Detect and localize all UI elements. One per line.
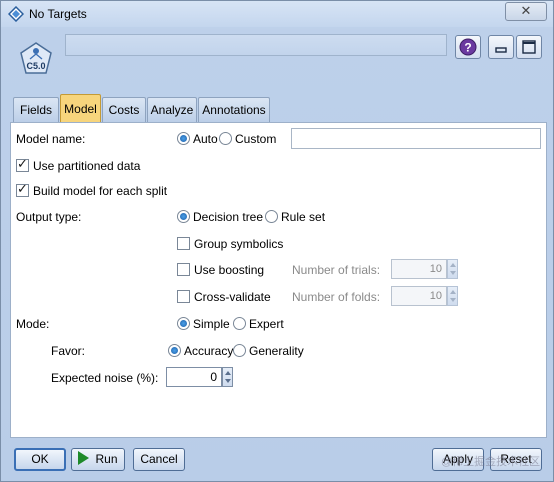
use-boosting-checkbox[interactable]: [177, 263, 190, 276]
tab-costs[interactable]: Costs: [102, 97, 146, 122]
tab-annotations[interactable]: Annotations: [198, 97, 270, 122]
model-settings-panel: Model name: Auto Custom Use partitioned …: [10, 122, 547, 438]
window-title: No Targets: [29, 7, 87, 21]
title-bar: No Targets ✕: [1, 1, 553, 27]
node-name-bar[interactable]: [65, 34, 447, 56]
favor-accuracy-label: Accuracy: [184, 344, 234, 358]
output-decision-tree-label: Decision tree: [193, 210, 264, 224]
mode-simple-label: Simple: [193, 317, 230, 331]
cancel-button[interactable]: Cancel: [133, 448, 185, 471]
cross-validate-checkbox[interactable]: [177, 290, 190, 303]
expected-noise-spinner-arrows[interactable]: [222, 367, 233, 387]
model-name-auto-label: Auto: [193, 132, 218, 146]
use-partitioned-label: Use partitioned data: [33, 159, 141, 173]
minimize-icon: [495, 47, 507, 53]
mode-expert-radio[interactable]: [233, 317, 246, 330]
app-diamond-icon: [8, 6, 24, 22]
folds-label: Number of folds:: [292, 290, 381, 304]
output-type-label: Output type:: [16, 210, 82, 224]
mode-expert-label: Expert: [249, 317, 284, 331]
folds-input[interactable]: 10: [391, 286, 447, 306]
model-name-input[interactable]: [291, 128, 541, 149]
maximize-button[interactable]: [516, 35, 542, 59]
run-play-icon: [78, 451, 90, 465]
ok-button[interactable]: OK: [14, 448, 66, 471]
run-button-label: Run: [95, 452, 118, 466]
node-icon-label: C5.0: [26, 61, 45, 71]
tab-fields[interactable]: Fields: [13, 97, 59, 122]
output-rule-set-label: Rule set: [281, 210, 326, 224]
model-name-auto-radio[interactable]: [177, 132, 190, 145]
model-name-custom-label: Custom: [235, 132, 277, 146]
folds-spinner-arrows[interactable]: [447, 286, 458, 306]
group-symbolics-label: Group symbolics: [194, 237, 284, 251]
c50-node-icon: C5.0: [20, 42, 52, 74]
cross-validate-label: Cross-validate: [194, 290, 271, 304]
help-icon: ?: [459, 38, 477, 56]
maximize-icon: [522, 40, 536, 54]
expected-noise-input[interactable]: 0: [166, 367, 222, 387]
group-symbolics-checkbox[interactable]: [177, 237, 190, 250]
trials-input[interactable]: 10: [391, 259, 447, 279]
mode-simple-radio[interactable]: [177, 317, 190, 330]
favor-label: Favor:: [51, 344, 86, 358]
mode-label: Mode:: [16, 317, 50, 331]
expected-noise-label: Expected noise (%):: [51, 371, 159, 385]
dialog-window: No Targets ✕ C5.0 ? Fields Model Costs A…: [0, 0, 554, 482]
output-rule-set-radio[interactable]: [265, 210, 278, 223]
favor-generality-radio[interactable]: [233, 344, 246, 357]
build-per-split-checkbox[interactable]: [16, 182, 29, 197]
model-name-custom-radio[interactable]: [219, 132, 232, 145]
output-decision-tree-radio[interactable]: [177, 210, 190, 223]
help-icon-glyph: ?: [464, 41, 471, 55]
cancel-button-label: Cancel: [140, 452, 178, 466]
tab-analyze[interactable]: Analyze: [147, 97, 197, 122]
watermark-text: @稀土掘金技术社区: [441, 456, 541, 468]
build-per-split-label: Build model for each split: [33, 184, 168, 198]
use-boosting-label: Use boosting: [194, 263, 265, 277]
trials-spinner-arrows[interactable]: [447, 259, 458, 279]
close-button[interactable]: ✕: [505, 2, 547, 21]
tab-model[interactable]: Model: [60, 94, 101, 122]
favor-generality-label: Generality: [249, 344, 304, 358]
run-button[interactable]: Run: [71, 448, 125, 471]
help-button[interactable]: ?: [455, 35, 481, 59]
ok-button-label: OK: [31, 452, 49, 466]
use-partitioned-checkbox[interactable]: [16, 157, 29, 172]
trials-label: Number of trials:: [292, 263, 381, 277]
minimize-button[interactable]: [488, 35, 514, 59]
favor-accuracy-radio[interactable]: [168, 344, 181, 357]
model-name-label: Model name:: [16, 132, 86, 146]
